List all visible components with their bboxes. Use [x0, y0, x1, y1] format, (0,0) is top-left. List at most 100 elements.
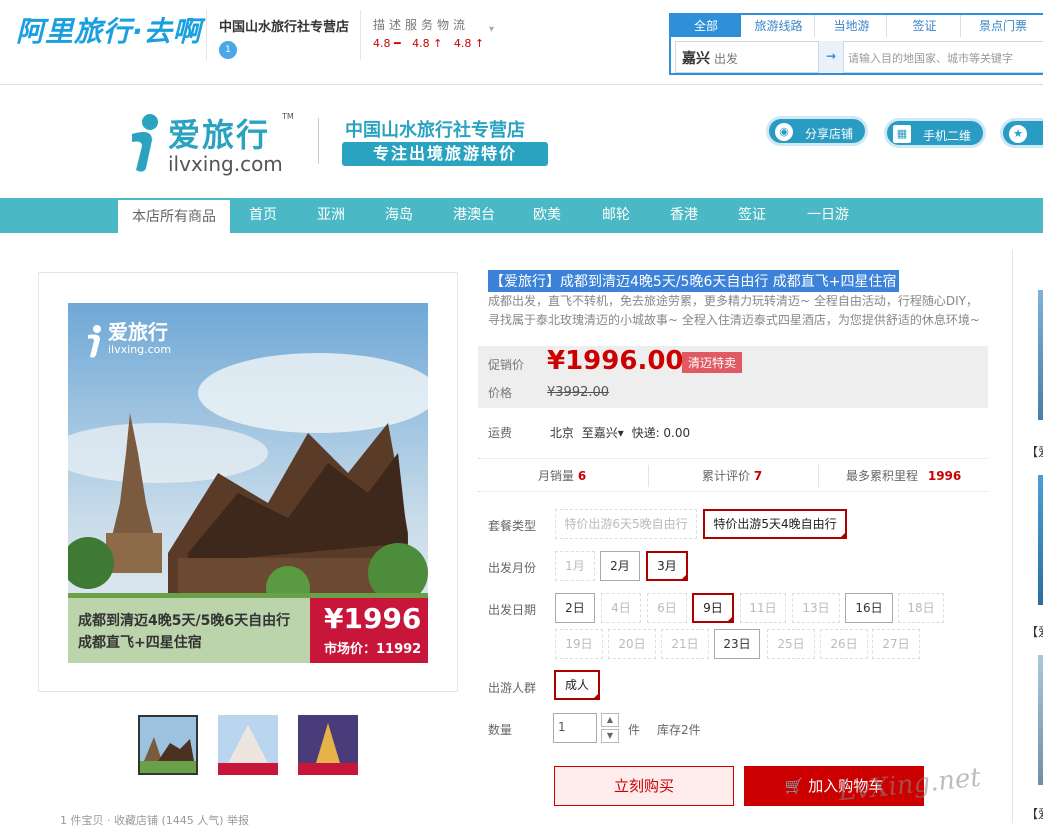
thumbnail-1[interactable] — [138, 715, 198, 775]
total-reviews[interactable]: 累计评价 7 — [702, 467, 762, 484]
option-date-18[interactable]: 18日 — [898, 593, 944, 623]
quantity-label: 数量 — [488, 723, 513, 737]
shipping-label: 运费 — [488, 426, 513, 440]
option-date-25[interactable]: 25日 — [767, 629, 815, 659]
share-shop-button[interactable]: ◉ 分享店铺 — [766, 116, 868, 146]
store-info: 中国山水旅行社专营店 1 — [206, 10, 349, 60]
reviews-label: 累计评价 — [702, 469, 751, 483]
related-item-title-3[interactable]: 【爱 — [1026, 805, 1043, 822]
tab-all[interactable]: 全部 — [671, 15, 741, 37]
option-date-11[interactable]: 11日 — [740, 593, 786, 623]
image-brand-text: 爱旅行 — [108, 320, 168, 344]
mileage-label: 最多累积里程 — [846, 469, 919, 483]
stock-info: 库存2件 — [657, 723, 701, 737]
option-date-6[interactable]: 6日 — [647, 593, 687, 623]
option-date-23[interactable]: 23日 — [714, 629, 760, 659]
tab-local-tours[interactable]: 当地游 — [817, 15, 887, 37]
nav-day-tour[interactable]: 一日游 — [797, 198, 859, 233]
caption-line-1: 成都到清迈4晚5天/5晚6天自由行 — [78, 613, 291, 629]
nav-asia[interactable]: 亚洲 — [304, 198, 358, 233]
option-date-27[interactable]: 27日 — [872, 629, 920, 659]
caption-price: ¥1996 — [324, 602, 422, 635]
option-date-9[interactable]: 9日 — [692, 593, 734, 623]
qr-code-label: 手机二维码 — [923, 129, 972, 173]
option-date-20[interactable]: 20日 — [608, 629, 656, 659]
quantity-up-icon[interactable]: ▲ — [601, 713, 619, 727]
qr-code-icon: ▦ — [893, 125, 911, 143]
option-package-5d4n[interactable]: 特价出游5天4晚自由行 — [703, 509, 847, 539]
rating-labels: 描述服务物流 — [373, 18, 470, 32]
related-item-image-1[interactable] — [1038, 290, 1043, 420]
product-description: 成都出发，直飞不转机，免去旅途劳累，更多精力玩转清迈~ 全程自由活动，行程随心D… — [488, 294, 980, 327]
rating-logistics: 4.8 ↑ — [453, 37, 485, 50]
nav-hk-macau-taiwan[interactable]: 港澳台 — [440, 198, 508, 233]
nav-all-products[interactable]: 本店所有商品 — [118, 198, 230, 233]
option-date-16[interactable]: 16日 — [845, 593, 893, 623]
option-adult[interactable]: 成人 — [554, 670, 600, 700]
crowd-label: 出游人群 — [488, 681, 537, 695]
related-item-title-1[interactable]: 【爱 — [1026, 443, 1043, 460]
month-label: 出发月份 — [488, 561, 537, 575]
package-type-label: 套餐类型 — [488, 519, 537, 533]
qr-code-button[interactable]: ▦ 手机二维码 — [884, 118, 986, 173]
departure-city-input[interactable]: 嘉兴 出发 — [675, 41, 819, 73]
rating-description: 4.8 ━ — [373, 37, 401, 50]
departure-city: 嘉兴 — [682, 51, 710, 67]
sales-stats: 月销量 6 累计评价 7 最多累积里程 1996 — [478, 458, 988, 492]
nav-visa[interactable]: 签证 — [725, 198, 779, 233]
destination-input[interactable]: 请输入目的地国家、城市等关键字 — [843, 41, 1043, 73]
promo-price: ¥1996.00 — [547, 346, 684, 376]
quantity-down-icon[interactable]: ▼ — [601, 729, 619, 743]
caption-line-2: 成都直飞+四星住宿 — [78, 635, 202, 651]
ship-cost: 快递: 0.00 — [631, 426, 691, 440]
option-month-1[interactable]: 1月 — [555, 551, 595, 581]
thumbnail-2[interactable] — [218, 715, 278, 775]
tab-tickets[interactable]: 景点门票 — [963, 15, 1043, 37]
bottom-links: 1 件宝贝 · 收藏店铺 (1445 人气) 举报 — [60, 814, 250, 827]
chevron-down-icon[interactable]: ▾ — [618, 426, 624, 440]
thumbnail-3[interactable] — [298, 715, 358, 775]
related-item-title-2[interactable]: 【爱 — [1026, 623, 1043, 640]
brand-name-cn: 爱旅行 — [168, 116, 271, 154]
brand-logo[interactable]: 爱旅行 ilvxing.com — [168, 110, 283, 176]
product-title: 【爱旅行】成都到清迈4晚5天/5晚6天自由行 成都直飞+四星住宿 — [488, 270, 899, 292]
shop-slogan: 专注出境旅游特价 — [342, 142, 548, 166]
mileage-value: 1996 — [927, 469, 962, 483]
seller-badge-icon: 1 — [219, 41, 237, 59]
tab-tour-lines[interactable]: 旅游线路 — [743, 15, 815, 37]
tab-visa[interactable]: 签证 — [889, 15, 961, 37]
option-month-2[interactable]: 2月 — [600, 551, 640, 581]
option-package-6d5n[interactable]: 特价出游6天5晚自由行 — [555, 509, 697, 539]
share-shop-label: 分享店铺 — [805, 127, 854, 141]
monthly-sales-label: 月销量 — [538, 469, 575, 483]
promo-price-label: 促销价 — [488, 358, 525, 372]
option-date-4[interactable]: 4日 — [601, 593, 641, 623]
nav-europe-america[interactable]: 欧美 — [520, 198, 574, 233]
related-item-image-2[interactable] — [1038, 475, 1043, 605]
buy-now-button[interactable]: 立刻购买 — [554, 766, 734, 806]
date-label: 出发日期 — [488, 603, 537, 617]
mileage: 最多累积里程 1996 — [846, 467, 961, 484]
nav-hongkong[interactable]: 香港 — [657, 198, 711, 233]
option-date-19[interactable]: 19日 — [555, 629, 603, 659]
option-month-3[interactable]: 3月 — [646, 551, 688, 581]
option-date-21[interactable]: 21日 — [661, 629, 709, 659]
nav-cruise[interactable]: 邮轮 — [589, 198, 643, 233]
favorite-shop-button[interactable]: ★ — [1000, 118, 1043, 148]
alitrip-logo[interactable]: 阿里旅行·去啊 — [16, 10, 202, 50]
image-caption: 成都到清迈4晚5天/5晚6天自由行 成都直飞+四星住宿 ¥1996 市场价：11… — [68, 598, 428, 663]
shipping-row: 运费 北京 至嘉兴▾ 快递: 0.00 — [488, 424, 690, 441]
divider — [318, 118, 319, 164]
reviews-value: 7 — [753, 469, 763, 483]
option-date-26[interactable]: 26日 — [820, 629, 868, 659]
related-item-image-3[interactable] — [1038, 655, 1043, 785]
nav-islands[interactable]: 海岛 — [372, 198, 426, 233]
store-name[interactable]: 中国山水旅行社专营店 — [219, 16, 349, 35]
quantity-input[interactable]: 1 — [553, 713, 597, 743]
nav-home[interactable]: 首页 — [236, 198, 290, 233]
option-date-2[interactable]: 2日 — [555, 593, 595, 623]
rating-values: 4.8 ━ 4.8 ↑ 4.8 ↑ — [373, 37, 492, 50]
ship-to-select[interactable]: 至嘉兴 — [582, 426, 618, 440]
option-date-13[interactable]: 13日 — [792, 593, 840, 623]
chevron-down-icon[interactable]: ▾ — [489, 24, 494, 35]
